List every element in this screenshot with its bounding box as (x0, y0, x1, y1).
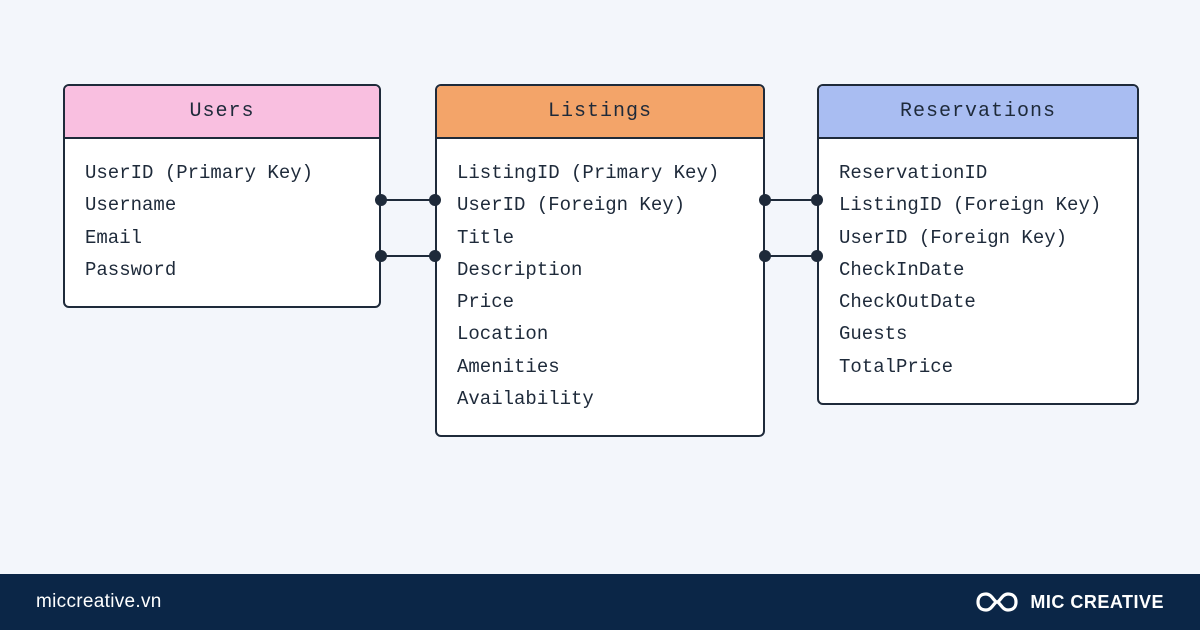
diagram-canvas: UsersUserID (Primary Key)UsernameEmailPa… (0, 0, 1200, 560)
entity-reservations: ReservationsReservationIDListingID (Fore… (817, 84, 1139, 405)
entity-field: UserID (Primary Key) (85, 157, 359, 189)
connector-endpoint-icon (811, 194, 823, 206)
entity-field: TotalPrice (839, 351, 1117, 383)
entity-field: Availability (457, 383, 743, 415)
entity-header-listings: Listings (437, 86, 763, 139)
footer-brand-label: MIC CREATIVE (1030, 592, 1164, 613)
entity-field: ReservationID (839, 157, 1117, 189)
infinity-logo-icon (976, 590, 1018, 614)
footer-brand: MIC CREATIVE (976, 590, 1164, 614)
entity-field: Location (457, 318, 743, 350)
entity-field: ListingID (Foreign Key) (839, 189, 1117, 221)
entity-field: CheckInDate (839, 254, 1117, 286)
connector-startpoint-icon (759, 194, 771, 206)
connector-line (381, 199, 435, 201)
entity-field: Guests (839, 318, 1117, 350)
entity-field: Description (457, 254, 743, 286)
entity-listings: ListingsListingID (Primary Key)UserID (F… (435, 84, 765, 437)
connector-startpoint-icon (375, 194, 387, 206)
connector-line (765, 199, 817, 201)
entity-field: Email (85, 222, 359, 254)
entity-body-listings: ListingID (Primary Key)UserID (Foreign K… (437, 139, 763, 435)
entity-field: Title (457, 222, 743, 254)
entity-body-reservations: ReservationIDListingID (Foreign Key)User… (819, 139, 1137, 403)
connector-startpoint-icon (759, 250, 771, 262)
entity-header-users: Users (65, 86, 379, 139)
connector-line (381, 255, 435, 257)
entity-field: Username (85, 189, 359, 221)
connector-endpoint-icon (429, 250, 441, 262)
entity-field: Password (85, 254, 359, 286)
entity-field: Amenities (457, 351, 743, 383)
entity-field: UserID (Foreign Key) (457, 189, 743, 221)
entity-field: Price (457, 286, 743, 318)
entity-field: CheckOutDate (839, 286, 1117, 318)
connector-endpoint-icon (429, 194, 441, 206)
connector-endpoint-icon (811, 250, 823, 262)
entity-field: UserID (Foreign Key) (839, 222, 1117, 254)
entity-users: UsersUserID (Primary Key)UsernameEmailPa… (63, 84, 381, 308)
footer-url: miccreative.vn (36, 591, 162, 613)
entity-header-reservations: Reservations (819, 86, 1137, 139)
entity-body-users: UserID (Primary Key)UsernameEmailPasswor… (65, 139, 379, 306)
footer-bar: miccreative.vn MIC CREATIVE (0, 574, 1200, 630)
connector-line (765, 255, 817, 257)
entity-field: ListingID (Primary Key) (457, 157, 743, 189)
connector-startpoint-icon (375, 250, 387, 262)
